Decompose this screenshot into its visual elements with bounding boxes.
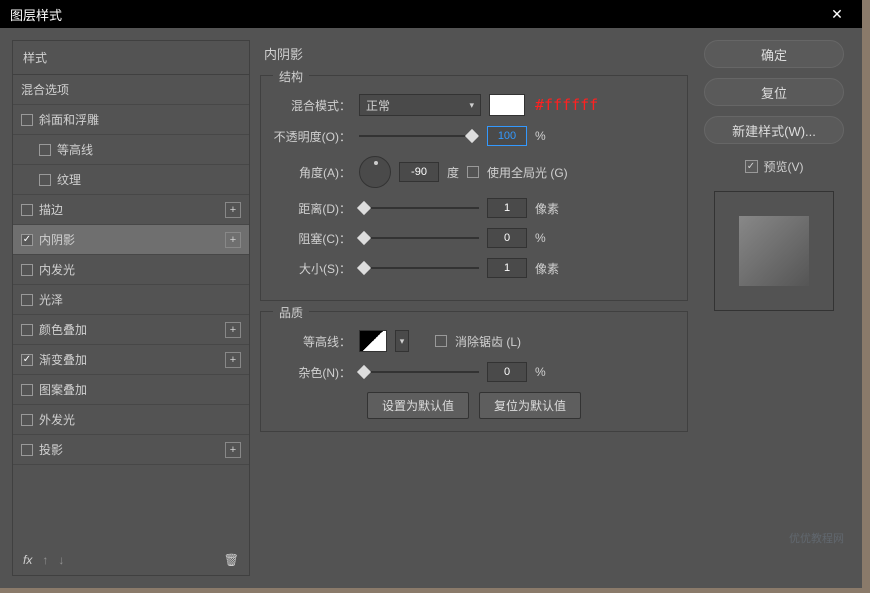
sidebar-item-inner-glow[interactable]: 内发光	[13, 255, 249, 285]
color-swatch[interactable]	[489, 94, 525, 116]
noise-unit: %	[535, 365, 565, 379]
choke-label: 阻塞(C)：	[273, 230, 351, 247]
noise-label: 杂色(N)：	[273, 364, 351, 381]
fx-icon[interactable]: fx	[23, 553, 32, 567]
blend-mode-dropdown[interactable]: 正常▾	[359, 94, 481, 116]
layer-style-dialog: 图层样式 ✕ 样式 混合选项 斜面和浮雕 等高线 纹理 描边+ ✓内阴影+ 内发…	[0, 0, 862, 588]
choke-slider[interactable]	[359, 231, 479, 245]
style-sidebar: 样式 混合选项 斜面和浮雕 等高线 纹理 描边+ ✓内阴影+ 内发光 光泽 颜色…	[12, 40, 250, 576]
contour-label: 等高线：	[273, 333, 351, 350]
cancel-button[interactable]: 复位	[704, 78, 844, 106]
plus-icon[interactable]: +	[225, 322, 241, 338]
checkbox-icon[interactable]	[39, 174, 51, 186]
checkbox-icon[interactable]	[21, 264, 33, 276]
titlebar[interactable]: 图层样式 ✕	[0, 0, 862, 28]
sidebar-item-blend-options[interactable]: 混合选项	[13, 75, 249, 105]
choke-unit: %	[535, 231, 565, 245]
noise-slider[interactable]	[359, 365, 479, 379]
sidebar-item-satin[interactable]: 光泽	[13, 285, 249, 315]
quality-group-title: 品质	[273, 304, 309, 321]
close-button[interactable]: ✕	[822, 0, 852, 28]
distance-label: 距离(D)：	[273, 200, 351, 217]
close-icon: ✕	[831, 6, 843, 23]
checkbox-icon[interactable]	[21, 294, 33, 306]
sidebar-item-bevel[interactable]: 斜面和浮雕	[13, 105, 249, 135]
antialias-label: 消除锯齿 (L)	[455, 333, 521, 350]
arrow-down-icon[interactable]: ↓	[58, 553, 64, 567]
angle-label: 角度(A)：	[273, 164, 351, 181]
opacity-unit: %	[535, 129, 565, 143]
size-unit: 像素	[535, 260, 565, 277]
angle-input[interactable]	[399, 162, 439, 182]
preview-label: 预览(V)	[764, 158, 804, 175]
dialog-title: 图层样式	[10, 5, 62, 24]
reset-default-button[interactable]: 复位为默认值	[479, 392, 581, 419]
distance-unit: 像素	[535, 200, 565, 217]
size-input[interactable]	[487, 258, 527, 278]
global-light-label: 使用全局光 (G)	[487, 164, 568, 181]
hex-annotation: #ffffff	[535, 96, 598, 114]
main-panel: 内阴影 结构 混合模式： 正常▾ #ffffff 不透明度(O)： % 角度(A	[260, 40, 688, 576]
distance-input[interactable]	[487, 198, 527, 218]
global-light-checkbox[interactable]	[467, 166, 479, 178]
arrow-up-icon[interactable]: ↑	[42, 553, 48, 567]
right-panel: 确定 复位 新建样式(W)... ✓ 预览(V)	[698, 40, 850, 576]
new-style-button[interactable]: 新建样式(W)...	[704, 116, 844, 144]
sidebar-item-contour[interactable]: 等高线	[13, 135, 249, 165]
structure-group: 结构 混合模式： 正常▾ #ffffff 不透明度(O)： % 角度(A)：	[260, 75, 688, 301]
plus-icon[interactable]: +	[225, 232, 241, 248]
plus-icon[interactable]: +	[225, 352, 241, 368]
sidebar-item-gradient-overlay[interactable]: ✓渐变叠加+	[13, 345, 249, 375]
opacity-label: 不透明度(O)：	[273, 128, 351, 145]
sidebar-footer: fx ↑ ↓ 🗑	[13, 545, 249, 575]
ok-button[interactable]: 确定	[704, 40, 844, 68]
preview-swatch	[739, 216, 809, 286]
distance-slider[interactable]	[359, 201, 479, 215]
contour-dropdown[interactable]: ▾	[395, 330, 409, 352]
size-label: 大小(S)：	[273, 260, 351, 277]
plus-icon[interactable]: +	[225, 442, 241, 458]
choke-input[interactable]	[487, 228, 527, 248]
sidebar-item-color-overlay[interactable]: 颜色叠加+	[13, 315, 249, 345]
watermark: 优优教程网	[789, 530, 844, 546]
plus-icon[interactable]: +	[225, 202, 241, 218]
checkbox-icon[interactable]	[21, 204, 33, 216]
quality-group: 品质 等高线： ▾ 消除锯齿 (L) 杂色(N)： % 设置为默认值	[260, 311, 688, 432]
checkbox-icon[interactable]	[21, 114, 33, 126]
contour-swatch[interactable]	[359, 330, 387, 352]
checkbox-icon[interactable]	[21, 444, 33, 456]
checkbox-icon[interactable]	[21, 414, 33, 426]
checkbox-icon[interactable]: ✓	[21, 234, 33, 246]
checkbox-icon[interactable]	[21, 324, 33, 336]
structure-group-title: 结构	[273, 68, 309, 85]
preview-checkbox[interactable]: ✓	[745, 160, 758, 173]
opacity-slider[interactable]	[359, 129, 479, 143]
checkbox-icon[interactable]	[21, 384, 33, 396]
antialias-checkbox[interactable]	[435, 335, 447, 347]
section-title: 内阴影	[260, 40, 688, 65]
angle-dial[interactable]	[359, 156, 391, 188]
trash-icon[interactable]: 🗑	[224, 553, 239, 567]
noise-input[interactable]	[487, 362, 527, 382]
preview-box	[714, 191, 834, 311]
checkbox-icon[interactable]: ✓	[21, 354, 33, 366]
angle-unit: 度	[447, 164, 459, 181]
size-slider[interactable]	[359, 261, 479, 275]
opacity-input[interactable]	[487, 126, 527, 146]
chevron-down-icon: ▾	[469, 100, 474, 111]
sidebar-item-pattern-overlay[interactable]: 图案叠加	[13, 375, 249, 405]
sidebar-item-outer-glow[interactable]: 外发光	[13, 405, 249, 435]
sidebar-item-texture[interactable]: 纹理	[13, 165, 249, 195]
checkbox-icon[interactable]	[39, 144, 51, 156]
sidebar-item-stroke[interactable]: 描边+	[13, 195, 249, 225]
sidebar-item-inner-shadow[interactable]: ✓内阴影+	[13, 225, 249, 255]
sidebar-header-styles[interactable]: 样式	[13, 41, 249, 75]
blend-mode-label: 混合模式：	[273, 97, 351, 114]
make-default-button[interactable]: 设置为默认值	[367, 392, 469, 419]
sidebar-item-drop-shadow[interactable]: 投影+	[13, 435, 249, 465]
